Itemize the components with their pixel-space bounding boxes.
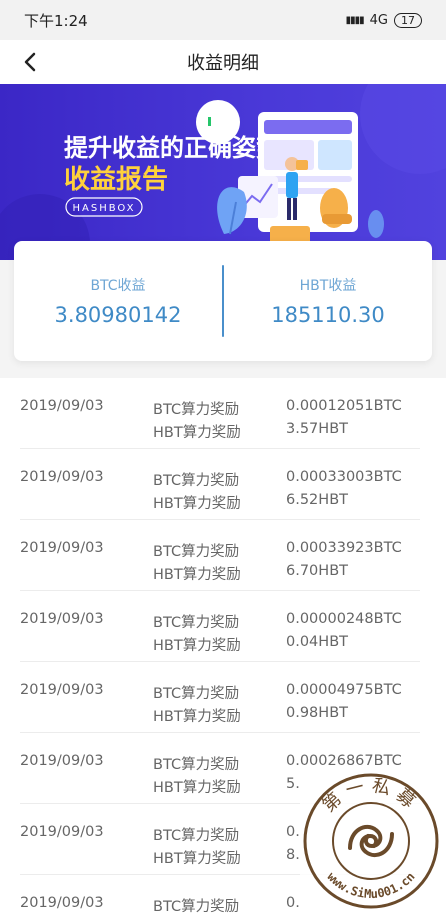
record-type-btc: BTC算力奖励 <box>153 544 240 560</box>
record-amount-btc: 0.00026867BTC <box>286 753 402 769</box>
btc-summary-label: BTC收益 <box>90 278 146 294</box>
record-amount-btc: 0.00033923BTC <box>286 540 402 556</box>
record-type-hbt: HBT算力奖励 <box>153 567 241 583</box>
record-amount-hbt: 6.52HBT <box>286 492 348 508</box>
earnings-summary-card: BTC收益 3.80980142 HBT收益 185110.30 <box>14 241 432 361</box>
page-title: 收益明细 <box>187 53 259 74</box>
back-button[interactable] <box>16 48 44 76</box>
watermark-stamp: 第一私募 www.SiMu001.cn <box>300 770 442 912</box>
status-right: ▮▮▮▮ 4G 17 <box>345 12 422 28</box>
record-date: 2019/09/03 <box>20 611 104 627</box>
record-amount-btc: 0.00033003BTC <box>286 469 402 485</box>
record-amount-btc: 0.00000248BTC <box>286 611 402 627</box>
nav-bar: 收益明细 <box>0 40 446 84</box>
btc-summary: BTC收益 3.80980142 <box>14 241 222 361</box>
banner-illustration: 提升收益的正确姿势 收益报告 HASHBOX <box>0 84 446 260</box>
status-time: 下午1:24 <box>24 11 88 30</box>
banner-tag: HASHBOX <box>73 203 136 214</box>
battery-level: 17 <box>401 13 415 27</box>
chevron-left-icon <box>24 52 36 72</box>
record-amount-hbt: 0.04HBT <box>286 634 348 650</box>
list-item[interactable]: 2019/09/03 BTC算力奖励 HBT算力奖励 0.00000248BTC… <box>20 591 420 662</box>
record-date: 2019/09/03 <box>20 753 104 769</box>
record-date: 2019/09/03 <box>20 895 104 911</box>
record-type-btc: BTC算力奖励 <box>153 473 240 489</box>
record-amount-hbt: 0.98HBT <box>286 705 348 721</box>
record-date: 2019/09/03 <box>20 540 104 556</box>
banner-subtitle: 收益报告 <box>64 164 168 195</box>
record-type-btc: BTC算力奖励 <box>153 686 240 702</box>
signal-icon: ▮▮▮▮ <box>345 14 365 26</box>
hbt-summary-label: HBT收益 <box>299 278 357 294</box>
record-type-btc: BTC算力奖励 <box>153 402 240 418</box>
record-type-hbt: HBT算力奖励 <box>153 425 241 441</box>
record-type-hbt: HBT算力奖励 <box>153 851 241 867</box>
record-type-btc: BTC算力奖励 <box>153 757 240 773</box>
record-amount-btc: 0. <box>286 824 300 840</box>
record-date: 2019/09/03 <box>20 469 104 485</box>
hbt-summary-value: 185110.30 <box>271 303 385 327</box>
record-amount-hbt: 8. <box>286 847 300 863</box>
network-type: 4G <box>369 12 388 28</box>
record-type-hbt: HBT算力奖励 <box>153 496 241 512</box>
record-amount-hbt: 6.70HBT <box>286 563 348 579</box>
battery-icon: 17 <box>394 12 422 28</box>
record-amount-btc: 0.00004975BTC <box>286 682 402 698</box>
record-type-hbt: HBT算力奖励 <box>153 638 241 654</box>
record-date: 2019/09/03 <box>20 398 104 414</box>
record-amount-btc: 0.00012051BTC <box>286 398 402 414</box>
record-type-btc: BTC算力奖励 <box>153 899 240 915</box>
status-bar: 下午1:24 ▮▮▮▮ 4G 17 <box>0 0 446 40</box>
record-type-btc: BTC算力奖励 <box>153 828 240 844</box>
record-type-hbt: HBT算力奖励 <box>153 709 241 725</box>
list-item[interactable]: 2019/09/03 BTC算力奖励 HBT算力奖励 0.00004975BTC… <box>20 662 420 733</box>
promo-banner[interactable]: 提升收益的正确姿势 收益报告 HASHBOX <box>0 84 446 260</box>
btc-summary-value: 3.80980142 <box>54 303 182 327</box>
record-amount-hbt: 5. <box>286 776 300 792</box>
record-amount-hbt: 3.57HBT <box>286 421 348 437</box>
hbt-summary: HBT收益 185110.30 <box>224 241 432 361</box>
record-amount-btc: 0. <box>286 895 300 911</box>
record-date: 2019/09/03 <box>20 824 104 840</box>
list-item[interactable]: 2019/09/03 BTC算力奖励 HBT算力奖励 0.00012051BTC… <box>20 378 420 449</box>
record-type-btc: BTC算力奖励 <box>153 615 240 631</box>
record-date: 2019/09/03 <box>20 682 104 698</box>
banner-headline: 提升收益的正确姿势 <box>64 134 280 162</box>
list-item[interactable]: 2019/09/03 BTC算力奖励 HBT算力奖励 0.00033003BTC… <box>20 449 420 520</box>
record-type-hbt: HBT算力奖励 <box>153 780 241 796</box>
list-item[interactable]: 2019/09/03 BTC算力奖励 HBT算力奖励 0.00033923BTC… <box>20 520 420 591</box>
